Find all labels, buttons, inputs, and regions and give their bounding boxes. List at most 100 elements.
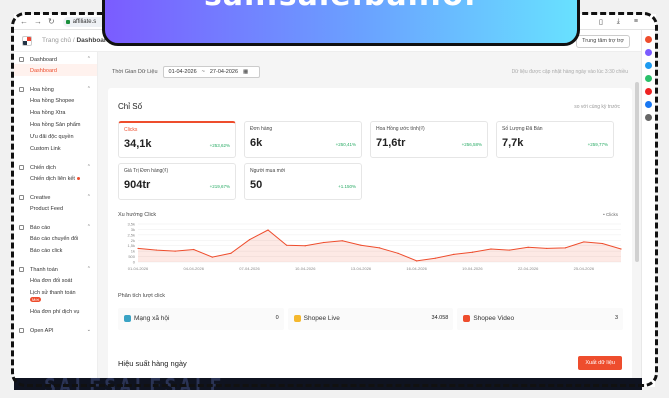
chart-x-tick: 25-04-2026 <box>574 266 595 271</box>
sidebar-item-commission-shopee[interactable]: Hoa hồng Shopee <box>14 94 97 106</box>
promo-banner: san.sale.ban.of <box>102 0 580 46</box>
ext-grey-icon[interactable] <box>645 114 652 121</box>
forward-icon[interactable]: → <box>34 17 42 26</box>
chart-x-tick: 10-04-2026 <box>295 266 316 271</box>
breakdown-value: 34.058 <box>431 315 449 321</box>
chart-y-tick: 1,5k <box>127 243 135 248</box>
main-scrollbar[interactable] <box>635 82 639 262</box>
metric-change: +253,62% <box>209 143 230 148</box>
breakdown-shopee-video: Shopee Video 3 <box>457 308 624 330</box>
date-end: 27-04-2026 <box>209 69 239 75</box>
ext-facebook-icon[interactable] <box>645 101 652 108</box>
sidebar-item-product-feed[interactable]: Product Feed <box>14 202 97 214</box>
sidebar-item-reconciliation-invoice[interactable]: Hóa đơn đối soát <box>14 274 97 286</box>
help-center-button[interactable]: Trung tâm trợ trợ <box>576 35 630 48</box>
metric-label: Số Lượng Đã Bán <box>502 126 543 132</box>
sidebar-group-commission[interactable]: Hoa hồng ⌃ <box>14 82 97 94</box>
sidebar-group-campaign[interactable]: Chiến dịch ⌃ <box>14 160 97 172</box>
chart-point <box>174 250 176 252</box>
new-dot-icon <box>76 177 80 181</box>
reload-icon[interactable]: ↻ <box>48 17 55 26</box>
metric-orders[interactable]: Đơn hàng 6k +250,41% <box>244 121 362 158</box>
chart-title: Xu hướng Click <box>118 212 157 218</box>
api-icon <box>19 328 24 333</box>
screen: san.sale.ban.of ← → ↻ affiliate.s ▯ ⤓ ≡ … <box>0 0 669 398</box>
metric-clicks[interactable]: Clicks 34,1k +253,62% <box>118 121 236 158</box>
sidebar-item-conversion-report[interactable]: Báo cáo chuyển đổi <box>14 232 97 244</box>
chart-point <box>230 252 232 254</box>
sidebar-item-commission-product[interactable]: Hoa hồng Sản phẩm <box>14 118 97 130</box>
sidebar-item-dashboard[interactable]: Dashboard <box>14 64 97 76</box>
back-icon[interactable]: ← <box>20 17 28 26</box>
chart-point <box>434 257 436 259</box>
chart-point <box>137 247 139 250</box>
metric-value: 6k <box>250 137 263 149</box>
ext-green-icon[interactable] <box>645 75 652 82</box>
ext-blue-icon[interactable] <box>645 62 652 69</box>
sidebar-item-custom-link[interactable]: Custom Link <box>14 142 97 154</box>
brand-logo-icon[interactable] <box>22 35 32 46</box>
sidebar-group-reports[interactable]: Báo cáo ⌃ <box>14 220 97 232</box>
chart-y-tick: 3,5k <box>127 222 135 227</box>
sidebar-group-open-api[interactable]: Open API ⌄ <box>14 323 97 335</box>
metric-items-sold[interactable]: Số Lượng Đã Bán 7,7k +259,77% <box>496 121 614 158</box>
sidebar-item-payment-history[interactable]: Lịch sử thanh toán Mới <box>14 286 97 305</box>
chart-y-tick: 2,5k <box>127 232 135 237</box>
breadcrumb-home[interactable]: Trang chủ <box>42 37 71 44</box>
metric-order-value[interactable]: Giá Trị Đơn hàng(₫) 904tr +219,67% <box>118 163 236 200</box>
chart-point <box>546 247 548 250</box>
chevron-up-icon: ⌃ <box>86 56 91 62</box>
export-data-button[interactable]: Xuất dữ liệu <box>578 356 622 370</box>
chart-point <box>471 251 473 253</box>
ext-shopee-icon[interactable] <box>645 36 652 43</box>
sidebar-item-commission-xtra[interactable]: Hoa hồng Xtra <box>14 106 97 118</box>
chart-y-tick: 500 <box>128 254 135 259</box>
chart-point <box>211 256 213 258</box>
sidebar-group-label: Thanh toán <box>30 267 58 273</box>
breakdown-value: 3 <box>614 315 619 321</box>
breakdown-shopee-live: Shopee Live 34.058 <box>287 308 454 330</box>
metric-estimated-commission[interactable]: Hoa Hồng ước tính(₫) 71,6tr +256,58% <box>370 121 488 158</box>
sidebar-group-creative[interactable]: Creative ⌃ <box>14 190 97 202</box>
bottom-overlay-text: SALESALESALE <box>44 378 225 390</box>
chart-y-tick: 1k <box>131 249 135 254</box>
dashboard-icon <box>19 57 24 62</box>
chevron-up-icon: ⌃ <box>86 86 91 92</box>
download-icon[interactable]: ⤓ <box>617 18 620 26</box>
metric-label: Hoa Hồng ước tính(₫) <box>376 126 425 132</box>
chart-point <box>360 244 362 246</box>
sidebar-group-label: Chiến dịch <box>30 165 56 171</box>
chart-y-tick: 2k <box>131 238 135 243</box>
chart-point <box>601 242 604 245</box>
sidebar: Dashboard ⌃ Dashboard Hoa hồng ⌃ Hoa hồng … <box>14 52 98 387</box>
shopee-live-icon <box>293 315 301 322</box>
chart-y-tick: 0 <box>133 260 136 265</box>
chart-x-tick: 01-04-2026 <box>128 266 149 271</box>
sidebar-item-affiliate-campaign[interactable]: Chiến dịch liên kết <box>14 172 97 184</box>
sidebar-group-payment[interactable]: Thanh toán ⌃ <box>14 262 97 274</box>
ext-purple-icon[interactable] <box>645 49 652 56</box>
chart-x-tick: 13-04-2026 <box>351 266 372 271</box>
metrics-title: Chỉ Số <box>118 102 143 111</box>
chart-point <box>490 248 492 250</box>
date-range-picker[interactable]: 01-04-2026 ~ 27-04-2026 ▦ <box>162 66 260 78</box>
menu-icon[interactable]: ≡ <box>634 18 638 26</box>
sidebar-item-service-fee-invoice[interactable]: Hóa đơn phí dịch vụ <box>14 305 97 317</box>
breakdown-label: Shopee Video <box>473 315 515 322</box>
metric-change: +1.150% <box>338 184 356 189</box>
sidebar-group-dashboard[interactable]: Dashboard ⌃ <box>14 52 97 64</box>
breakdown-value: 0 <box>275 315 279 321</box>
chart-point <box>193 248 195 251</box>
chevron-up-icon: ⌃ <box>86 266 91 272</box>
metric-change: +219,67% <box>209 184 230 189</box>
metric-new-buyers[interactable]: Người mua mới 50 +1.150% <box>244 163 362 200</box>
update-note: Dữ liệu được cập nhật hàng ngày vào lúc … <box>511 69 628 75</box>
sidebar-item-exclusive-offers[interactable]: Ưu đãi độc quyền <box>14 130 97 142</box>
sidebar-item-click-report[interactable]: Báo cáo click <box>14 244 97 256</box>
breadcrumb: Trang chủ / Dashboard <box>42 37 111 44</box>
main-content: Thời Gian Dữ Liệu 01-04-2026 ~ 27-04-202… <box>98 52 642 387</box>
metric-label: Người mua mới <box>250 168 286 174</box>
ext-youtube-icon[interactable] <box>645 88 652 95</box>
split-view-icon[interactable]: ▯ <box>599 18 603 26</box>
chart-legend: • Clicks <box>603 212 618 217</box>
